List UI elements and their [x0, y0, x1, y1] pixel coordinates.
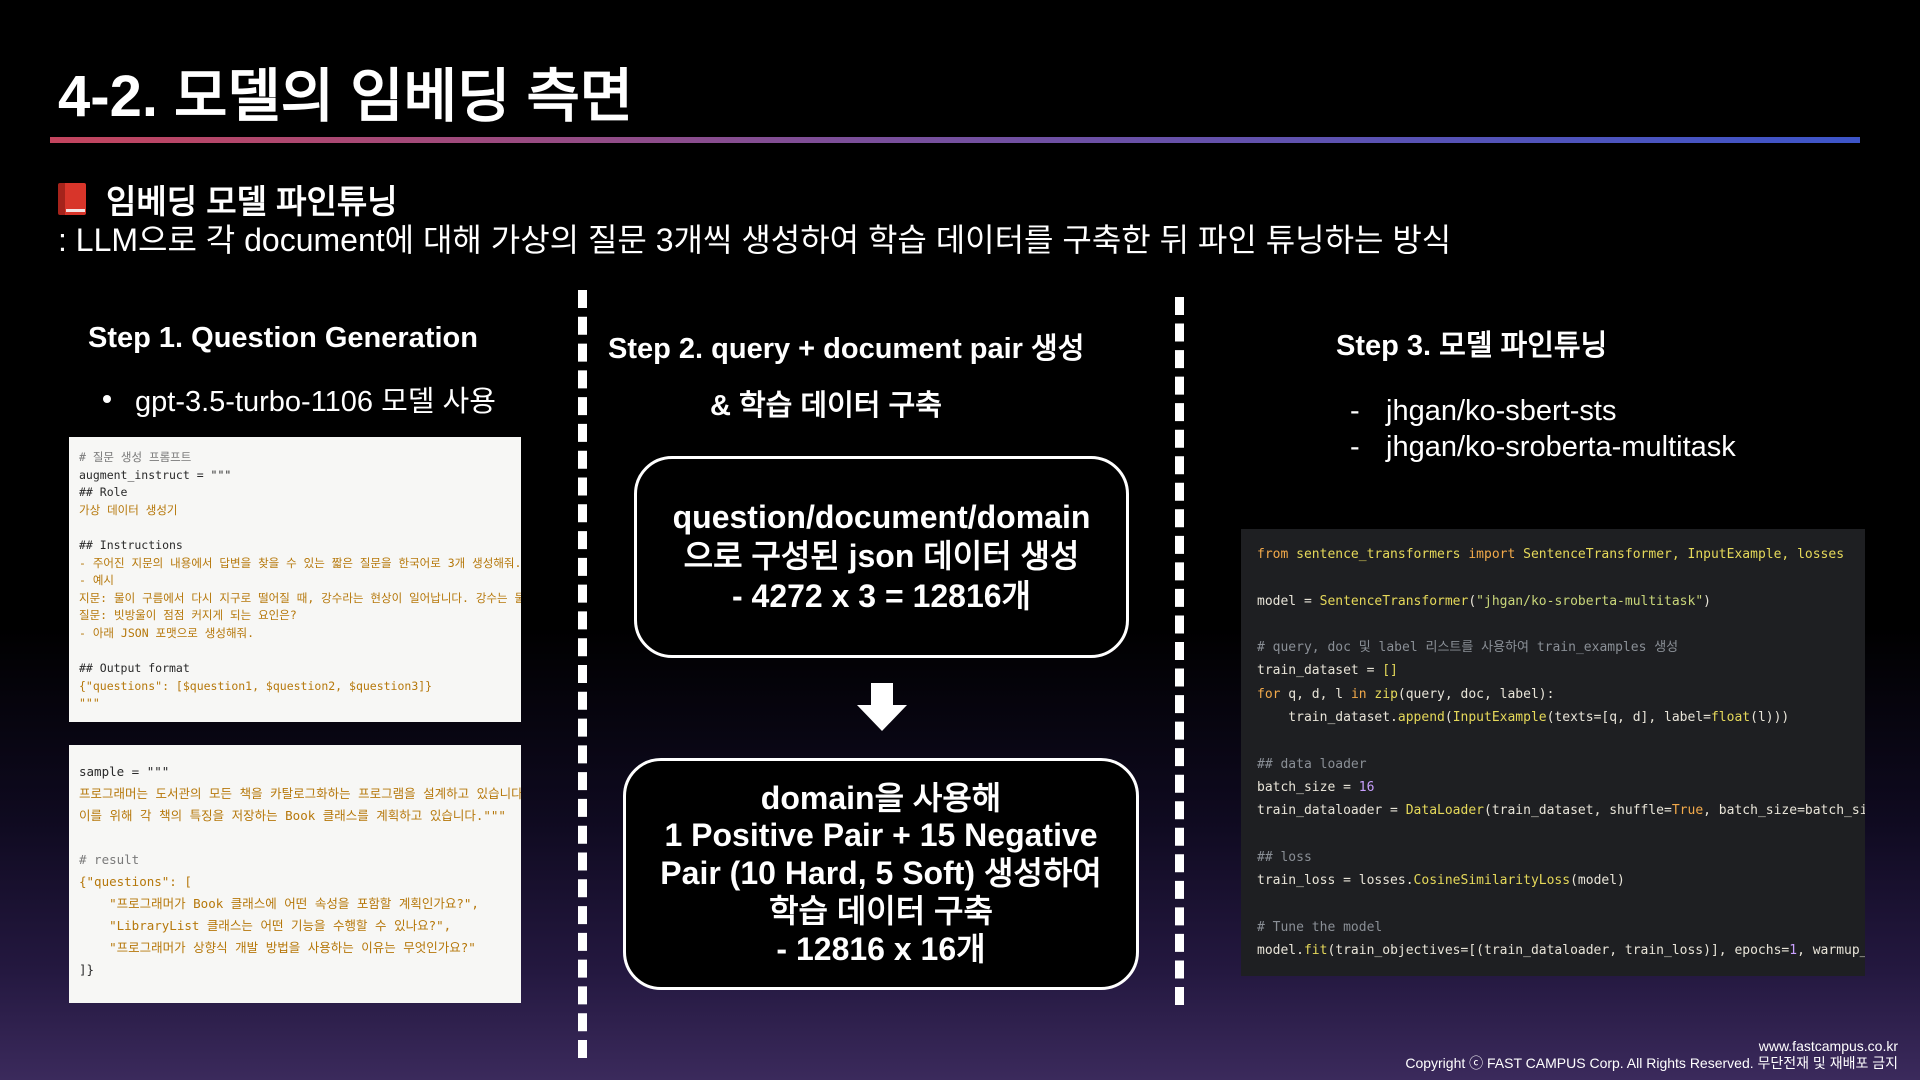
slide-title: 4-2. 모델의 임베딩 측면 [58, 64, 634, 129]
code-line: for q, d, l in zip(query, doc, label): [1257, 686, 1555, 702]
footer-copyright: Copyright ⓒ FAST CAMPUS Corp. All Rights… [1405, 1055, 1898, 1071]
code-line: 질문: 빗방울이 점점 커지게 되는 요인은? [79, 608, 297, 623]
code-line: augment_instruct = """ [79, 467, 232, 482]
code-line: from sentence_transformers import Senten… [1257, 547, 1845, 562]
sample-code-block: sample = """ 프로그래머는 도서관의 모든 책을 카탈로그화하는 프… [69, 745, 521, 1003]
footer: www.fastcampus.co.kr Copyright ⓒ FAST CA… [1405, 1038, 1898, 1072]
pair-data-box: domain을 사용해 1 Positive Pair + 15 Negativ… [623, 758, 1139, 990]
code-line: # result [79, 852, 140, 867]
code-line: - 아래 JSON 포맷으로 생성해줘. [79, 625, 255, 640]
down-arrow-icon [857, 683, 907, 731]
code-line: # Tune the model [1257, 919, 1383, 935]
box2-line: domain을 사용해 [760, 779, 1002, 816]
step2-heading-line1: Step 2. query + document pair 생성 [608, 333, 1085, 365]
title-divider [50, 137, 1860, 143]
model-list: - jhgan/ko-sbert-sts - jhgan/ko-sroberta… [1350, 393, 1736, 465]
box2-line: 1 Positive Pair + 15 Negative [664, 817, 1098, 854]
red-book-icon [58, 183, 88, 215]
code-line: ## Output format [79, 661, 190, 676]
code-line: 지문: 물이 구름에서 다시 지구로 떨어질 때, 강수라는 현상이 일어납니다… [79, 590, 521, 605]
json-data-box: question/document/domain 으로 구성된 json 데이터… [634, 456, 1129, 658]
code-line: train_dataset = [] [1257, 663, 1398, 679]
model-name: jhgan/ko-sbert-sts [1386, 395, 1617, 427]
code-line: 가상 데이터 생성기 [79, 502, 178, 517]
code-line: sample = """ [79, 764, 170, 779]
bullet-dot-icon [103, 395, 111, 403]
step1-bullet-text: gpt-3.5-turbo-1106 모델 사용 [135, 386, 496, 418]
code-line: - 주어진 지문의 내용에서 답변을 찾을 수 있는 짧은 질문을 한국어로 3… [79, 555, 521, 570]
code-line: model = SentenceTransformer("jhgan/ko-sr… [1257, 593, 1711, 609]
code-line: """ [79, 696, 100, 711]
step1-bullet: gpt-3.5-turbo-1106 모델 사용 [103, 378, 496, 420]
box1-line: question/document/domain [672, 499, 1091, 536]
code-line: ## data loader [1257, 756, 1367, 772]
code-line: ## Role [79, 485, 128, 500]
box2-line: 학습 데이터 구축 [769, 892, 993, 929]
column-divider-left [578, 290, 587, 1058]
step1-heading: Step 1. Question Generation [88, 322, 478, 354]
code-line: # 질문 생성 프롬프트 [79, 450, 192, 464]
description: : LLM으로 각 document에 대해 가상의 질문 3개씩 생성하여 학… [58, 222, 1452, 258]
code-line: {"questions": [ [79, 874, 192, 889]
box2-line: - 12816 x 16개 [776, 930, 986, 967]
column-divider-right [1175, 297, 1184, 1005]
code-line: ]} [79, 962, 95, 977]
code-line: ## loss [1257, 849, 1312, 865]
code-line: train_dataset.append(InputExample(texts=… [1257, 710, 1790, 726]
finetune-code-block: from sentence_transformers import Senten… [1241, 529, 1865, 976]
code-line: "프로그래머가 상향식 개발 방법을 사용하는 이유는 무엇인가요?" [79, 940, 476, 955]
code-line: - 예시 [79, 573, 115, 588]
list-item: - jhgan/ko-sroberta-multitask [1350, 429, 1736, 465]
code-line: model.fit(train_objectives=[(train_datal… [1257, 943, 1865, 959]
code-line: "프로그래머가 Book 클래스에 어떤 속성을 포함할 계획인가요?", [79, 896, 479, 911]
box1-line: 으로 구성된 json 데이터 생성 [683, 538, 1080, 575]
step2-heading-line2: & 학습 데이터 구축 [710, 390, 942, 422]
box2-line: Pair (10 Hard, 5 Soft) 생성하여 [660, 855, 1102, 892]
list-marker: - [1350, 395, 1360, 427]
box1-line: - 4272 x 3 = 12816개 [731, 577, 1031, 614]
code-line: train_loss = losses.CosineSimilarityLoss… [1257, 873, 1625, 889]
code-line: train_dataloader = DataLoader(train_data… [1257, 803, 1865, 819]
model-name: jhgan/ko-sroberta-multitask [1386, 431, 1736, 463]
code-line: ## Instructions [79, 537, 183, 552]
list-marker: - [1350, 431, 1360, 463]
list-item: - jhgan/ko-sbert-sts [1350, 393, 1736, 429]
prompt-code-block: # 질문 생성 프롬프트 augment_instruct = """ ## R… [69, 437, 521, 722]
code-line: # query, doc 및 label 리스트를 사용하여 train_exa… [1257, 640, 1679, 656]
footer-url: www.fastcampus.co.kr [1758, 1038, 1898, 1054]
code-line: 이를 위해 각 책의 특징을 저장하는 Book 클래스를 계획하고 있습니다.… [79, 808, 506, 823]
code-line: batch_size = 16 [1257, 779, 1375, 795]
code-line: {"questions": [$question1, $question2, $… [79, 678, 433, 693]
code-line: "LibraryList 클래스는 어떤 기능을 수행할 수 있나요?", [79, 918, 452, 933]
code-line: 프로그래머는 도서관의 모든 책을 카탈로그화하는 프로그램을 설계하고 있습니… [79, 786, 521, 801]
step3-heading: Step 3. 모델 파인튜닝 [1336, 330, 1608, 362]
